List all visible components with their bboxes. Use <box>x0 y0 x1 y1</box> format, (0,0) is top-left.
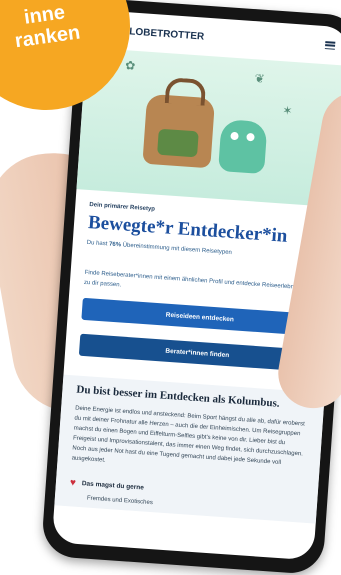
badge-line-2: ranken <box>13 21 82 53</box>
advisor-text: Finde Reiseberater*innen mit einem ähnli… <box>83 269 317 293</box>
character-icon <box>218 119 268 175</box>
backpack-pocket <box>157 128 199 158</box>
character-eye-right <box>246 132 255 142</box>
discover-ideas-button[interactable]: Reiseideen entdecken <box>81 297 319 337</box>
section-body: Deine Energie ist endlos und ansteckend:… <box>71 405 305 467</box>
doodle-palm-icon: ✿ <box>124 58 136 73</box>
backpack-icon <box>142 77 216 169</box>
doodle-star-icon: ✶ <box>281 103 293 118</box>
likes-title: Das magst du gerne <box>81 480 145 492</box>
doodle-leaf-icon: ❦ <box>254 71 266 86</box>
character-eye-left <box>230 131 239 141</box>
match-suffix: Übereinstimmung mit diesem Reisetypen <box>120 242 233 257</box>
match-value: 76% <box>108 241 122 249</box>
heart-icon: ♥ <box>69 477 77 489</box>
app-logo: GLOBETROTTER <box>121 25 205 43</box>
match-prefix: Du hast <box>86 239 110 248</box>
hamburger-menu-icon[interactable] <box>324 41 336 50</box>
backpack-strap <box>164 77 207 106</box>
profile-section: Du bist besser im Entdecken als Kolumbus… <box>54 374 325 524</box>
